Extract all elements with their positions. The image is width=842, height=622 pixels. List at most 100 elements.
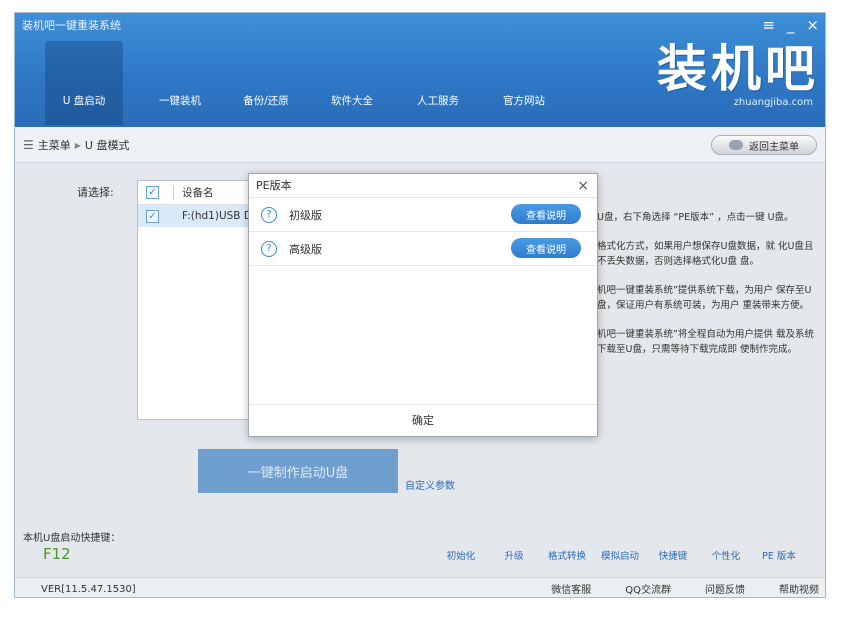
- column-header-device: 设备名: [182, 187, 214, 199]
- tool-label: 升级: [504, 551, 524, 562]
- confirm-button[interactable]: 确定: [249, 404, 597, 436]
- info-paragraph: 机吧一键重装系统”提供系统下载，为用户 保存至U盘，保证用户有系统可装，为用户 …: [597, 285, 812, 311]
- nav-label: 官方网站: [503, 95, 545, 107]
- row-checkbox[interactable]: ✓: [146, 209, 159, 223]
- convert-icon: [558, 525, 576, 543]
- dialog-title: PE版本: [256, 179, 292, 192]
- user-service-icon: [422, 52, 453, 84]
- breadcrumb: ☰ 主菜单 ▶ U 盘模式: [23, 137, 129, 153]
- question-icon: ?: [261, 240, 277, 257]
- grid-apps-icon: [335, 51, 369, 85]
- wechat-icon: [534, 583, 547, 594]
- status-bar: VER[11.5.47.1530] 微信客服 QQ交流群 问题反馈 ? 帮助视频: [15, 577, 825, 597]
- link-label: 问题反馈: [705, 585, 745, 596]
- make-boot-usb-button[interactable]: 一键制作启动U盘: [198, 449, 398, 493]
- bottom-toolbar: 本机U盘启动快捷键： F12 初始化 升级 格式转换 模拟启动 快捷键 个性化 …: [15, 511, 825, 577]
- close-icon[interactable]: ×: [806, 15, 819, 35]
- tool-label: 个性化: [711, 551, 741, 562]
- brand-name: 装机吧: [657, 39, 819, 98]
- dialog-close-button[interactable]: ×: [577, 174, 589, 198]
- nav-one-click-install[interactable]: 一键装机: [141, 41, 219, 125]
- custom-params-link[interactable]: 自定义参数: [405, 477, 455, 492]
- tool-format-convert[interactable]: 格式转换: [542, 523, 592, 562]
- breadcrumb-arrow-icon: ▶: [74, 140, 81, 150]
- svg-text:?: ?: [766, 585, 770, 594]
- check-circle-icon: [451, 524, 471, 544]
- feedback-icon: [687, 581, 701, 596]
- list-icon: ☰: [23, 138, 34, 152]
- tool-shortcut-keys[interactable]: 快捷键: [648, 523, 698, 562]
- info-text: U盘，右下角选择 “PE版本” ，点击一键 U盘。 格式化方式，如果用户想保存U…: [597, 210, 817, 371]
- select-all-checkbox[interactable]: ✓: [146, 186, 159, 199]
- pe-option-advanced[interactable]: ? 高级版 查看说明: [249, 232, 597, 266]
- tool-label: PE 版本: [762, 551, 796, 562]
- dialog-title-bar: PE版本 ×: [249, 174, 597, 198]
- info-paragraph: 机吧一键重装系统”将全程自动为用户提供 载及系统下载至U盘，只需等待下载完成即 …: [597, 329, 814, 355]
- back-button-label: 返回主菜单: [749, 141, 799, 153]
- computer-icon: [163, 53, 197, 81]
- hotkey-label: 本机U盘启动快捷键：: [23, 533, 121, 544]
- pe-version-icon: [769, 524, 789, 544]
- app-title: 装机吧一键重装系统: [22, 19, 121, 32]
- help-icon: ?: [761, 581, 775, 596]
- breadcrumb-item-usb-mode: U 盘模式: [84, 139, 130, 152]
- tool-label: 快捷键: [658, 551, 688, 562]
- tool-pe-version[interactable]: PE 版本: [754, 523, 804, 562]
- nav-usb-boot[interactable]: U 盘启动: [45, 41, 123, 125]
- back-to-main-menu-button[interactable]: 返回主菜单: [711, 135, 817, 155]
- pe-option-label: 高级版: [289, 242, 322, 256]
- brand-logo: 装机吧 zhuangjiba.com: [619, 41, 819, 121]
- minimize-icon[interactable]: _: [787, 15, 795, 35]
- breadcrumb-bar: ☰ 主菜单 ▶ U 盘模式 返回主菜单: [15, 127, 825, 163]
- wechat-support-link[interactable]: 微信客服: [533, 581, 591, 596]
- nav-software[interactable]: 软件大全: [313, 41, 391, 125]
- column-divider: [173, 185, 174, 200]
- choose-label: 请选择:: [77, 186, 114, 199]
- view-description-button[interactable]: 查看说明: [511, 238, 581, 258]
- tool-label: 格式转换: [547, 551, 586, 562]
- sitemap-icon: [609, 524, 631, 544]
- nav-label: 一键装机: [159, 95, 201, 107]
- usb-icon: [66, 50, 102, 86]
- qq-icon: [608, 581, 621, 594]
- app-window: 装机吧一键重装系统 ≡ _ × U 盘启动 一键装机 备份/还原 软件大全 人工…: [14, 12, 826, 598]
- brand-url: zhuangjiba.com: [733, 97, 813, 108]
- nav-label: 人工服务: [417, 95, 459, 107]
- pe-option-label: 初级版: [289, 208, 322, 222]
- personalize-icon: [717, 525, 735, 543]
- pe-option-basic[interactable]: ? 初级版 查看说明: [249, 198, 597, 232]
- nav-official-site[interactable]: 官方网站: [485, 41, 563, 125]
- link-label: 帮助视频: [779, 585, 819, 596]
- qq-group-link[interactable]: QQ交流群: [607, 581, 671, 596]
- upload-icon: [504, 524, 524, 544]
- breadcrumb-item-main-menu[interactable]: 主菜单: [38, 137, 71, 153]
- info-paragraph: 格式化方式，如果用户想保存U盘数据，就 化U盘且不丢失数据，否则选择格式化U盘 …: [597, 241, 814, 267]
- version-text: VER[11.5.47.1530]: [41, 583, 136, 595]
- help-video-link[interactable]: ? 帮助视频: [761, 581, 819, 596]
- version-info: VER[11.5.47.1530]: [21, 582, 136, 596]
- link-label: QQ交流群: [625, 585, 671, 596]
- view-description-button[interactable]: 查看说明: [511, 204, 581, 224]
- back-icon: [729, 140, 743, 150]
- feedback-link[interactable]: 问题反馈: [687, 581, 745, 596]
- status-links: 微信客服 QQ交流群 问题反馈 ? 帮助视频: [533, 581, 819, 596]
- window-controls: ≡ _ ×: [762, 15, 819, 35]
- nav-manual-service[interactable]: 人工服务: [399, 41, 477, 125]
- tool-simulate-boot[interactable]: 模拟启动: [595, 523, 645, 562]
- nav-backup-restore[interactable]: 备份/还原: [227, 41, 305, 125]
- nav-label: 软件大全: [331, 95, 373, 107]
- pe-version-dialog: PE版本 × ? 初级版 查看说明 ? 高级版 查看说明 确定: [248, 173, 598, 437]
- menu-icon[interactable]: ≡: [762, 15, 775, 35]
- tool-upgrade[interactable]: 升级: [489, 523, 539, 562]
- tool-personalize[interactable]: 个性化: [701, 523, 751, 562]
- info-paragraph: U盘，右下角选择 “PE版本” ，点击一键 U盘。: [597, 212, 794, 223]
- nav-label: U 盘启动: [62, 95, 106, 107]
- info-icon: [21, 582, 35, 596]
- nav-label: 备份/还原: [243, 95, 289, 107]
- globe-icon: [504, 52, 544, 84]
- tool-initialize[interactable]: 初始化: [436, 523, 486, 562]
- header: 装机吧一键重装系统 ≡ _ × U 盘启动 一键装机 备份/还原 软件大全 人工…: [15, 13, 825, 127]
- tool-label: 模拟启动: [600, 551, 639, 562]
- keyboard-shortcut-icon: [665, 524, 681, 544]
- hotkey-value: F12: [43, 545, 71, 563]
